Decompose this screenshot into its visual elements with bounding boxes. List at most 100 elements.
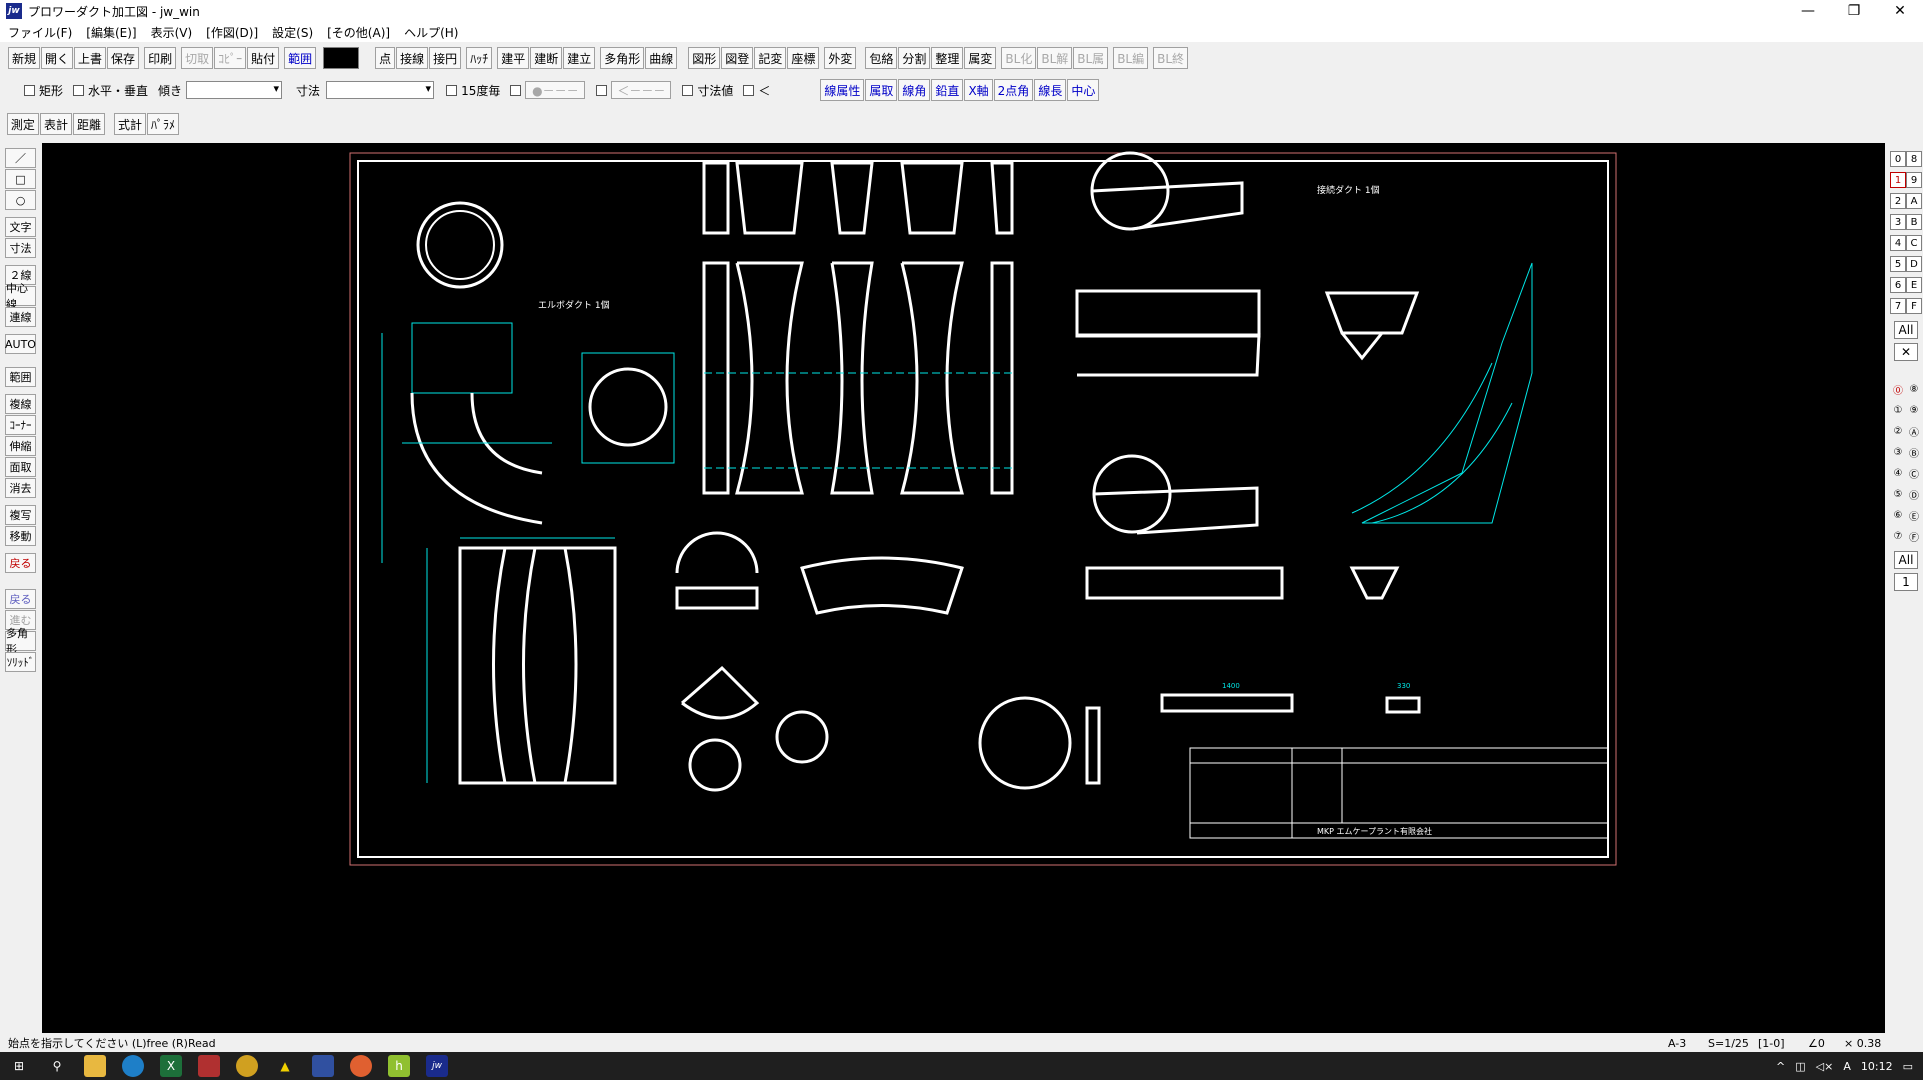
group-a-button[interactable]: Ⓐ — [1906, 423, 1922, 439]
layer-c-button[interactable]: C — [1906, 235, 1922, 251]
overwrite-button[interactable]: 上書 — [74, 47, 107, 69]
stretch-tool[interactable]: 伸縮 — [5, 436, 36, 456]
record-change-button[interactable]: 記変 — [754, 47, 787, 69]
distance-button[interactable]: 距離 — [72, 113, 105, 135]
menu-other[interactable]: [その他(A)] — [327, 24, 390, 41]
copy-button[interactable]: ｺﾋﾟｰ — [214, 47, 247, 69]
tray-ime-icon[interactable]: A — [1843, 1060, 1851, 1073]
attribute-change-button[interactable]: 属変 — [964, 47, 997, 69]
offset-tool[interactable]: 複線 — [5, 394, 36, 414]
jw-app-icon[interactable]: jw — [426, 1055, 448, 1077]
solid-tool[interactable]: ｿﾘｯﾄﾞ — [5, 652, 36, 672]
chamfer-tool[interactable]: 面取 — [5, 457, 36, 477]
range-tool[interactable]: 範囲 — [5, 367, 36, 387]
chrome-icon[interactable] — [236, 1055, 258, 1077]
status-paper[interactable]: A-3 — [1668, 1037, 1708, 1050]
start-icon[interactable]: ⊞ — [8, 1055, 30, 1077]
maximize-button[interactable]: ❐ — [1831, 0, 1877, 22]
new-button[interactable]: 新規 — [8, 47, 41, 69]
layer-a-button[interactable]: A — [1906, 193, 1922, 209]
layer-1-button[interactable]: 1 — [1890, 172, 1906, 188]
group-all-button[interactable]: All — [1894, 551, 1918, 569]
group-c-button[interactable]: Ⓒ — [1906, 465, 1922, 481]
shape-button[interactable]: 図形 — [688, 47, 721, 69]
auto-tool[interactable]: AUTO — [5, 334, 36, 354]
arrow-line-option[interactable]: ＜－－－ — [596, 81, 672, 99]
point-button[interactable]: 点 — [375, 47, 396, 69]
group-b-button[interactable]: Ⓑ — [1906, 444, 1922, 460]
minimize-button[interactable]: — — [1785, 0, 1831, 22]
h-app-icon[interactable]: h — [388, 1055, 410, 1077]
cut-button[interactable]: 切取 — [181, 47, 214, 69]
table-calc-button[interactable]: 表計 — [39, 113, 72, 135]
envelope-button[interactable]: 包絡 — [865, 47, 898, 69]
folder-icon[interactable] — [84, 1055, 106, 1077]
group-7-button[interactable]: ⑦ — [1890, 528, 1906, 544]
layer-9-button[interactable]: 9 — [1906, 172, 1922, 188]
group-0-button[interactable]: ⓪ — [1890, 381, 1906, 397]
hatch-button[interactable]: ﾊｯﾁ — [466, 47, 493, 69]
circle-tool[interactable]: ○ — [5, 190, 36, 210]
coordinate-button[interactable]: 座標 — [787, 47, 820, 69]
dimension-combo[interactable] — [326, 81, 435, 99]
close-button[interactable]: ✕ — [1877, 0, 1923, 22]
group-2-button[interactable]: ② — [1890, 423, 1906, 439]
dimension-tool[interactable]: 寸法 — [5, 238, 36, 258]
excel-icon[interactable]: X — [160, 1055, 182, 1077]
tangent-circle-button[interactable]: 接円 — [429, 47, 462, 69]
layer-3-button[interactable]: 3 — [1890, 214, 1906, 230]
menu-help[interactable]: ヘルプ(H) — [404, 24, 458, 41]
range-button[interactable]: 範囲 — [284, 47, 317, 69]
group-e-button[interactable]: Ⓔ — [1906, 507, 1922, 523]
continuous-line-tool[interactable]: 連線 — [5, 307, 36, 327]
block-attribute-button[interactable]: BL属 — [1073, 47, 1109, 69]
group-8-button[interactable]: ⑧ — [1906, 381, 1922, 397]
layer-d-button[interactable]: D — [1906, 256, 1922, 272]
browser-icon[interactable] — [350, 1055, 372, 1077]
warning-app-icon[interactable]: ▲ — [274, 1055, 296, 1077]
dot-line-option[interactable]: ●－－－ — [510, 81, 586, 99]
group-1-button[interactable]: ① — [1890, 402, 1906, 418]
measure-button[interactable]: 測定 — [6, 113, 39, 135]
layer-x-button[interactable]: ✕ — [1894, 343, 1918, 361]
menu-edit[interactable]: [編集(E)] — [86, 24, 136, 41]
polygon-button[interactable]: 多角形 — [600, 47, 645, 69]
external-change-button[interactable]: 外変 — [824, 47, 857, 69]
block-end-button[interactable]: BL終 — [1153, 47, 1189, 69]
status-angle[interactable]: ∠0 — [1808, 1037, 1844, 1050]
snap-line-length[interactable]: 線長 — [1034, 79, 1067, 101]
snap-two-point-angle[interactable]: 2点角 — [993, 79, 1034, 101]
status-layer[interactable]: [1-0] — [1758, 1037, 1808, 1050]
layer-6-button[interactable]: 6 — [1890, 277, 1906, 293]
text-tool[interactable]: 文字 — [5, 217, 36, 237]
block-create-button[interactable]: BL化 — [1001, 47, 1037, 69]
layer-f-button[interactable]: F — [1906, 298, 1922, 314]
group-f-button[interactable]: Ⓕ — [1906, 528, 1922, 544]
notification-icon[interactable]: ▭ — [1903, 1060, 1913, 1073]
layer-0-button[interactable]: 0 — [1890, 151, 1906, 167]
line-tool[interactable]: ／ — [5, 148, 36, 168]
elevation-plan-button[interactable]: 建平 — [497, 47, 530, 69]
erase-tool[interactable]: 消去 — [5, 478, 36, 498]
open-button[interactable]: 開く — [41, 47, 74, 69]
snap-vertical[interactable]: 鉛直 — [931, 79, 964, 101]
block-explode-button[interactable]: BL解 — [1037, 47, 1073, 69]
line-color-selector[interactable] — [323, 47, 360, 69]
paste-button[interactable]: 貼付 — [247, 47, 280, 69]
snap-line-attribute[interactable]: 線属性 — [820, 79, 865, 101]
calendar-icon[interactable] — [198, 1055, 220, 1077]
edge-icon[interactable] — [122, 1055, 144, 1077]
organize-button[interactable]: 整理 — [931, 47, 964, 69]
layer-8-button[interactable]: 8 — [1906, 151, 1922, 167]
group-9-button[interactable]: ⑨ — [1906, 402, 1922, 418]
menu-settings[interactable]: 設定(S) — [272, 24, 313, 41]
formula-button[interactable]: 式計 — [113, 113, 146, 135]
layer-b-button[interactable]: B — [1906, 214, 1922, 230]
block-edit-button[interactable]: BL編 — [1113, 47, 1149, 69]
shape-register-button[interactable]: 図登 — [721, 47, 754, 69]
group-d-button[interactable]: Ⓓ — [1906, 486, 1922, 502]
corner-tool[interactable]: ｺｰﾅｰ — [5, 415, 36, 435]
print-button[interactable]: 印刷 — [144, 47, 177, 69]
menu-draw[interactable]: [作図(D)] — [206, 24, 258, 41]
tray-chevron-icon[interactable]: ^ — [1776, 1060, 1785, 1073]
